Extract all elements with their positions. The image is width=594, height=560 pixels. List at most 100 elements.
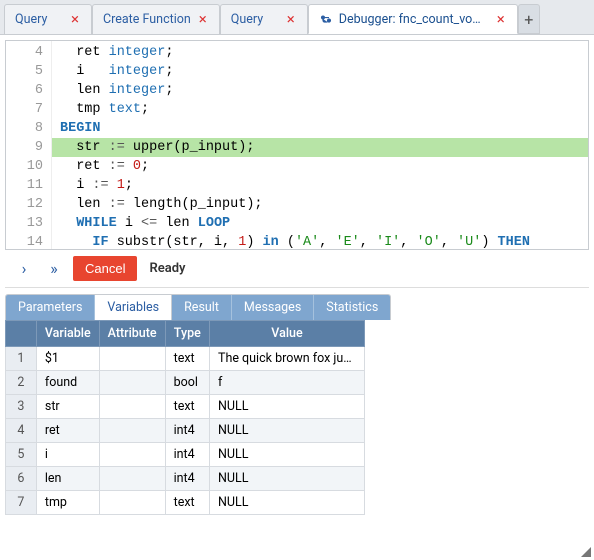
- tab-2[interactable]: Query ×: [220, 4, 308, 34]
- cell-value: NULL: [209, 443, 364, 467]
- editor-gutter: 4567891011121314: [6, 41, 52, 249]
- code-line[interactable]: len integer;: [52, 81, 588, 100]
- cell-attribute: [99, 419, 165, 443]
- cell-attribute: [99, 467, 165, 491]
- code-line[interactable]: str := upper(p_input);: [52, 138, 588, 157]
- panel-tab-parameters[interactable]: Parameters: [6, 295, 95, 320]
- variables-header-row: Variable Attribute Type Value: [6, 321, 365, 347]
- cell-value: NULL: [209, 467, 364, 491]
- cell-value: f: [209, 371, 364, 395]
- close-icon[interactable]: ×: [495, 12, 507, 27]
- cell-type: text: [165, 347, 209, 371]
- gutter-line[interactable]: 12: [6, 195, 43, 214]
- tab-0[interactable]: Query ×: [4, 4, 92, 34]
- cell-attribute: [99, 491, 165, 515]
- code-line[interactable]: BEGIN: [52, 119, 588, 138]
- cell-value: NULL: [209, 419, 364, 443]
- code-line[interactable]: WHILE i <= len LOOP: [52, 214, 588, 233]
- cell-n: 6: [6, 467, 37, 491]
- panel-tab-statistics[interactable]: Statistics: [314, 295, 390, 320]
- gutter-line[interactable]: 5: [6, 62, 43, 81]
- step-over-button[interactable]: ›: [13, 258, 35, 280]
- tab-bar: Query×Create Function×Query×Debugger: fn…: [0, 0, 594, 35]
- cancel-button[interactable]: Cancel: [73, 256, 137, 281]
- close-icon[interactable]: ×: [285, 12, 297, 27]
- tab-label: Create Function: [103, 12, 191, 27]
- cell-n: 4: [6, 419, 37, 443]
- table-row[interactable]: 2found boolf: [6, 371, 365, 395]
- cell-attribute: [99, 347, 165, 371]
- share-icon: [319, 12, 333, 26]
- gutter-line[interactable]: 14: [6, 233, 43, 250]
- editor-lines: ret integer; i integer; len integer; tmp…: [52, 41, 588, 249]
- cell-type: bool: [165, 371, 209, 395]
- table-row[interactable]: 5i int4NULL: [6, 443, 365, 467]
- code-line[interactable]: IF substr(str, i, 1) in ('A', 'E', 'I', …: [52, 233, 588, 249]
- code-line[interactable]: len := length(p_input);: [52, 195, 588, 214]
- gutter-line[interactable]: 7: [6, 100, 43, 119]
- tab-3[interactable]: Debugger: fnc_count_vowels×: [308, 4, 518, 34]
- code-line[interactable]: i := 1;: [52, 176, 588, 195]
- code-line[interactable]: ret := 0;: [52, 157, 588, 176]
- table-row[interactable]: 3str textNULL: [6, 395, 365, 419]
- step-into-button[interactable]: »: [43, 258, 65, 280]
- tab-label: Query: [15, 12, 63, 27]
- gutter-line[interactable]: 11: [6, 176, 43, 195]
- cell-variable: ret: [36, 419, 99, 443]
- cell-type: text: [165, 491, 209, 515]
- cell-variable: i: [36, 443, 99, 467]
- col-header-value[interactable]: Value: [209, 321, 364, 347]
- cell-attribute: [99, 443, 165, 467]
- debug-toolbar: › » Cancel Ready: [5, 250, 589, 288]
- panel-tab-variables[interactable]: Variables: [95, 295, 172, 320]
- close-icon[interactable]: ×: [69, 12, 81, 27]
- code-editor[interactable]: 4567891011121314 ret integer; i integer;…: [5, 40, 589, 250]
- table-row[interactable]: 1$1 textThe quick brown fox jumps o…: [6, 347, 365, 371]
- tab-label: Query: [231, 12, 279, 27]
- gutter-line[interactable]: 9: [6, 138, 43, 157]
- panel-tab-messages[interactable]: Messages: [232, 295, 314, 320]
- cell-n: 7: [6, 491, 37, 515]
- cell-type: int4: [165, 419, 209, 443]
- debug-status: Ready: [149, 261, 185, 276]
- cell-n: 3: [6, 395, 37, 419]
- cell-attribute: [99, 371, 165, 395]
- table-row[interactable]: 4ret int4NULL: [6, 419, 365, 443]
- cell-value: NULL: [209, 395, 364, 419]
- gutter-line[interactable]: 10: [6, 157, 43, 176]
- panel-tabs: ParametersVariablesResultMessagesStatist…: [5, 294, 391, 320]
- resize-handle-icon[interactable]: [581, 547, 591, 557]
- cell-n: 2: [6, 371, 37, 395]
- col-header-rownum[interactable]: [6, 321, 37, 347]
- cell-type: int4: [165, 443, 209, 467]
- cell-value: The quick brown fox jumps o…: [209, 347, 364, 371]
- tab-1[interactable]: Create Function ×: [92, 4, 220, 34]
- cell-attribute: [99, 395, 165, 419]
- cell-variable: $1: [36, 347, 99, 371]
- code-line[interactable]: i integer;: [52, 62, 588, 81]
- gutter-line[interactable]: 8: [6, 119, 43, 138]
- cell-variable: tmp: [36, 491, 99, 515]
- col-header-variable[interactable]: Variable: [36, 321, 99, 347]
- code-line[interactable]: ret integer;: [52, 43, 588, 62]
- table-row[interactable]: 7tmp textNULL: [6, 491, 365, 515]
- cell-type: int4: [165, 467, 209, 491]
- close-icon[interactable]: ×: [197, 12, 209, 27]
- col-header-attribute[interactable]: Attribute: [99, 321, 165, 347]
- col-header-type[interactable]: Type: [165, 321, 209, 347]
- cell-variable: len: [36, 467, 99, 491]
- cell-variable: str: [36, 395, 99, 419]
- cell-variable: found: [36, 371, 99, 395]
- table-row[interactable]: 6len int4NULL: [6, 467, 365, 491]
- gutter-line[interactable]: 6: [6, 81, 43, 100]
- cell-value: NULL: [209, 491, 364, 515]
- cell-n: 5: [6, 443, 37, 467]
- cell-n: 1: [6, 347, 37, 371]
- gutter-line[interactable]: 13: [6, 214, 43, 233]
- cell-type: text: [165, 395, 209, 419]
- variables-tbody: 1$1textThe quick brown fox jumps o…2foun…: [6, 347, 365, 515]
- code-line[interactable]: tmp text;: [52, 100, 588, 119]
- add-tab-button[interactable]: +: [518, 4, 540, 34]
- gutter-line[interactable]: 4: [6, 43, 43, 62]
- panel-tab-result[interactable]: Result: [172, 295, 232, 320]
